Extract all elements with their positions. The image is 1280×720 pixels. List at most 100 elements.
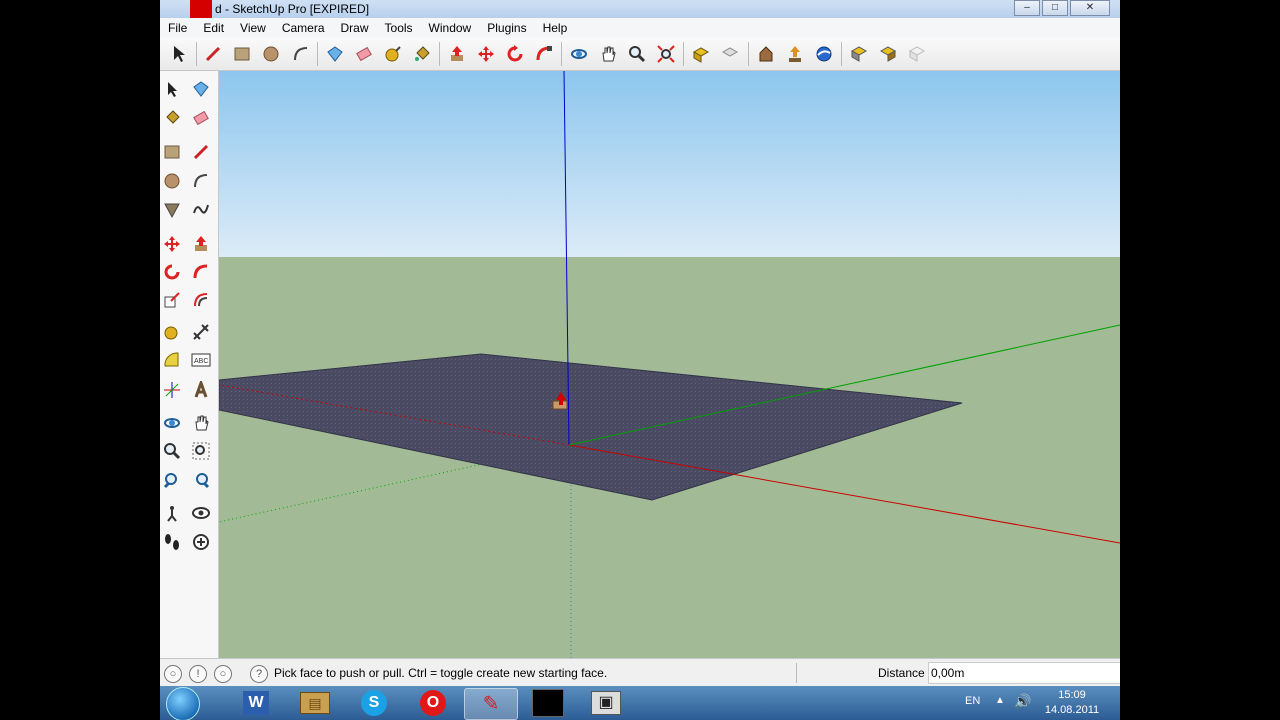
orbit-tool-icon[interactable] xyxy=(568,43,590,65)
sketchup-icon[interactable]: ✎ xyxy=(464,688,518,720)
arc-tool-icon[interactable] xyxy=(189,169,213,193)
google-earth-icon[interactable] xyxy=(813,43,835,65)
zoom-tool-icon[interactable] xyxy=(626,43,648,65)
rectangle-tool-icon[interactable] xyxy=(160,140,184,164)
left-toolbar: ABC xyxy=(160,71,219,658)
look-around-icon[interactable] xyxy=(189,501,213,525)
menu-tools[interactable]: Tools xyxy=(377,21,421,35)
language-indicator[interactable]: EN xyxy=(965,695,980,707)
line-tool-icon[interactable] xyxy=(202,43,224,65)
next-view-icon[interactable] xyxy=(189,468,213,492)
opera-icon[interactable]: O xyxy=(407,688,459,718)
move-tool-icon[interactable] xyxy=(475,43,497,65)
previous-view-icon[interactable] xyxy=(719,43,741,65)
status-divider xyxy=(796,663,797,683)
word-icon[interactable]: W xyxy=(230,688,282,718)
maximize-button[interactable]: □ xyxy=(1042,0,1068,16)
measurements-input[interactable]: 0,00m xyxy=(928,662,1120,684)
tape-measure-icon[interactable] xyxy=(160,320,184,344)
3d-text-icon[interactable] xyxy=(189,378,213,402)
menu-bar: File Edit View Camera Draw Tools Window … xyxy=(160,18,1120,38)
text-tool-icon[interactable]: ABC xyxy=(189,348,213,372)
components-icon[interactable] xyxy=(848,43,870,65)
explorer-icon[interactable]: ▤ xyxy=(289,688,341,718)
menu-draw[interactable]: Draw xyxy=(333,21,377,35)
pan-tool-icon[interactable] xyxy=(189,411,213,435)
volume-icon[interactable]: 🔊 xyxy=(1014,693,1031,710)
orbit-tool-icon[interactable] xyxy=(160,411,184,435)
geo-location-icon[interactable]: ○ xyxy=(164,665,182,683)
dimension-tool-icon[interactable] xyxy=(189,320,213,344)
clock-time[interactable]: 15:09 xyxy=(1042,689,1102,701)
zoom-extents-icon[interactable] xyxy=(655,43,677,65)
menu-edit[interactable]: Edit xyxy=(195,21,232,35)
follow-me-icon[interactable] xyxy=(189,260,213,284)
scale-tool-icon[interactable] xyxy=(160,288,184,312)
make-component-icon[interactable] xyxy=(324,43,346,65)
minimize-button[interactable]: – xyxy=(1014,0,1040,16)
user-icon[interactable]: ○ xyxy=(214,665,232,683)
protractor-icon[interactable] xyxy=(160,348,184,372)
styles-icon[interactable] xyxy=(906,43,928,65)
menu-plugins[interactable]: Plugins xyxy=(479,21,534,35)
push-pull-icon[interactable] xyxy=(189,232,213,256)
select-tool-icon[interactable] xyxy=(168,43,190,65)
svg-text:ABC: ABC xyxy=(194,358,208,365)
eraser-tool-icon[interactable] xyxy=(353,43,375,65)
warehouse-icon[interactable] xyxy=(755,43,777,65)
standard-view-icon[interactable] xyxy=(690,43,712,65)
pan-tool-icon[interactable] xyxy=(597,43,619,65)
zoom-tool-icon[interactable] xyxy=(160,439,184,463)
line-tool-icon[interactable] xyxy=(189,140,213,164)
toolbar-separator xyxy=(748,42,749,66)
terminal-icon[interactable]: ■ xyxy=(522,688,574,718)
zoom-window-icon[interactable] xyxy=(189,439,213,463)
paint-bucket-icon[interactable] xyxy=(160,106,184,130)
materials-icon[interactable] xyxy=(877,43,899,65)
recorder-logo xyxy=(190,0,212,18)
rotate-tool-icon[interactable] xyxy=(160,260,184,284)
paint-bucket-icon[interactable] xyxy=(411,43,433,65)
menu-help[interactable]: Help xyxy=(535,21,576,35)
close-button[interactable]: ✕ xyxy=(1070,0,1110,16)
toolbar-separator xyxy=(683,42,684,66)
move-tool-icon[interactable] xyxy=(160,232,184,256)
push-pull-icon[interactable] xyxy=(446,43,468,65)
menu-camera[interactable]: Camera xyxy=(274,21,333,35)
window-title: d - SketchUp Pro [EXPIRED] xyxy=(215,2,370,16)
eraser-tool-icon[interactable] xyxy=(189,106,213,130)
tray-expand-icon[interactable]: ▲ xyxy=(995,695,1005,706)
follow-me-icon[interactable] xyxy=(533,43,555,65)
freehand-tool-icon[interactable] xyxy=(189,198,213,222)
previous-view-icon[interactable] xyxy=(160,468,184,492)
walk-tool-icon[interactable] xyxy=(160,530,184,554)
status-bar: ○ ! ○ ? Pick face to push or pull. Ctrl … xyxy=(160,658,1120,687)
menu-view[interactable]: View xyxy=(232,21,274,35)
arc-tool-icon[interactable] xyxy=(290,43,312,65)
axes-tool-icon[interactable] xyxy=(160,378,184,402)
model-scene xyxy=(219,71,1120,658)
section-plane-icon[interactable] xyxy=(189,530,213,554)
make-component-icon[interactable] xyxy=(189,77,213,101)
menu-file[interactable]: File xyxy=(160,21,195,35)
offset-tool-icon[interactable] xyxy=(189,288,213,312)
clock-date[interactable]: 14.08.2011 xyxy=(1037,704,1107,716)
toolbar-separator xyxy=(439,42,440,66)
main-toolbar xyxy=(160,38,1120,71)
circle-tool-icon[interactable] xyxy=(260,43,282,65)
start-button[interactable] xyxy=(166,687,200,720)
rotate-tool-icon[interactable] xyxy=(504,43,526,65)
skype-icon[interactable]: S xyxy=(348,688,400,718)
menu-window[interactable]: Window xyxy=(421,21,480,35)
position-camera-icon[interactable] xyxy=(160,501,184,525)
drawing-viewport[interactable] xyxy=(219,71,1120,658)
credits-icon[interactable]: ! xyxy=(189,665,207,683)
share-model-icon[interactable] xyxy=(784,43,806,65)
rectangle-tool-icon[interactable] xyxy=(231,43,253,65)
help-icon[interactable]: ? xyxy=(250,665,268,683)
polygon-tool-icon[interactable] xyxy=(160,198,184,222)
circle-tool-icon[interactable] xyxy=(160,169,184,193)
select-tool-icon[interactable] xyxy=(160,77,184,101)
tape-measure-icon[interactable] xyxy=(382,43,404,65)
ftp-icon[interactable]: ▣ xyxy=(580,688,632,718)
